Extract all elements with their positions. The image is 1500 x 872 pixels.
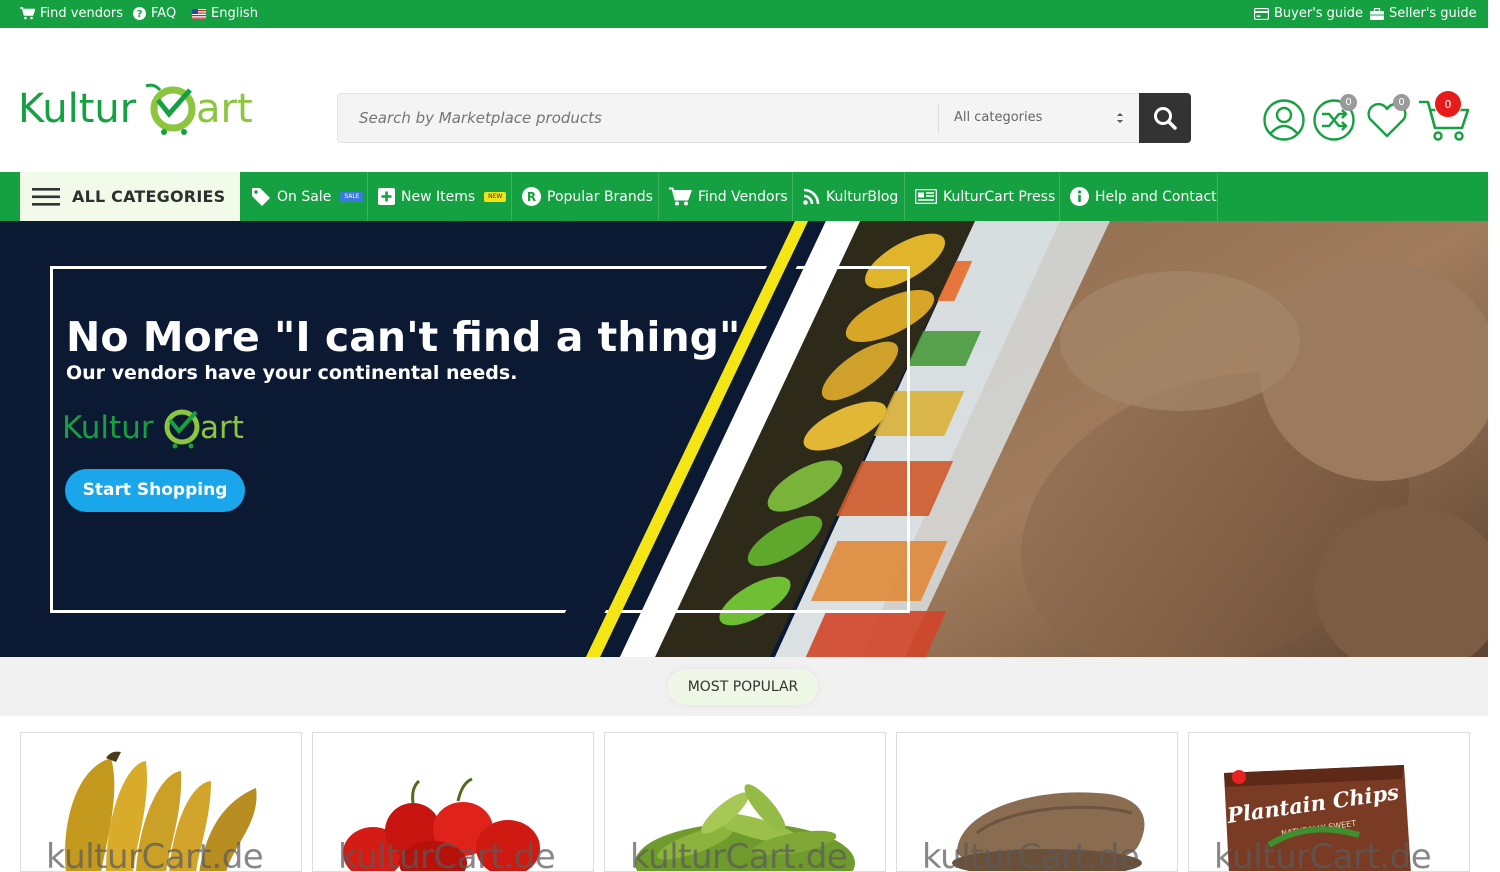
hero-logo-text-kultur: Kultur — [62, 410, 154, 446]
wishlist-count-badge: 0 — [1393, 94, 1410, 111]
sellers-guide-link[interactable]: Seller's guide — [1370, 6, 1477, 21]
product-card-okra[interactable]: kulturCart.de — [604, 732, 886, 872]
registered-icon: R — [522, 187, 541, 206]
briefcase-icon — [1370, 7, 1384, 20]
search-icon — [1154, 107, 1177, 130]
nav-find-vendors[interactable]: Find Vendors — [659, 172, 793, 221]
top-bar: Find vendors ? FAQ English Buyer's guide… — [0, 0, 1488, 28]
main-nav: ALL CATEGORIES On Sale SALE New Items NE… — [0, 172, 1488, 221]
account-button[interactable] — [1262, 98, 1306, 142]
rss-icon — [803, 188, 820, 205]
hero-title: No More "I can't find a thing" — [66, 313, 741, 361]
us-flag-icon — [192, 8, 206, 19]
nav-on-sale[interactable]: On Sale SALE — [241, 172, 368, 221]
language-selector[interactable]: English — [192, 6, 258, 21]
select-arrows-icon — [1117, 113, 1123, 123]
nav-on-sale-label: On Sale — [277, 188, 332, 205]
buyers-guide-label: Buyer's guide — [1274, 6, 1364, 21]
logo-text-art: art — [196, 86, 253, 132]
search-bar: All categories — [337, 93, 1139, 143]
find-vendors-label: Find vendors — [40, 6, 124, 21]
product-card-plantain[interactable]: kulturCart.de — [20, 732, 302, 872]
product-card-yam[interactable]: kulturCart.de — [896, 732, 1178, 872]
logo-text-kultur: Kultur — [18, 86, 137, 132]
cart-button[interactable]: 0 — [1418, 90, 1470, 142]
cart-icon — [20, 7, 35, 20]
most-popular-tab[interactable]: MOST POPULAR — [668, 669, 818, 705]
nav-popular-brands-label: Popular Brands — [547, 188, 653, 205]
sale-tag: SALE — [340, 191, 364, 202]
faq-link[interactable]: ? FAQ — [133, 6, 176, 21]
search-input[interactable] — [338, 94, 938, 142]
hero-logo-text-art: art — [200, 410, 244, 446]
nav-new-items[interactable]: New Items NEW — [368, 172, 512, 221]
cart-icon — [669, 187, 692, 206]
credit-card-icon — [1254, 7, 1269, 20]
hero-subtitle: Our vendors have your continental needs. — [66, 362, 518, 384]
tag-icon — [252, 187, 270, 206]
category-select[interactable]: All categories — [954, 94, 1042, 142]
product-watermark: kulturCart.de — [1214, 837, 1432, 872]
nav-kulturblog-label: KulturBlog — [826, 188, 899, 205]
product-card-pepper[interactable]: kulturCart.de — [312, 732, 594, 872]
product-watermark: kulturCart.de — [630, 837, 848, 872]
all-categories-button[interactable]: ALL CATEGORIES — [20, 172, 240, 221]
faq-label: FAQ — [151, 6, 177, 21]
site-header: Kultur art All categories 0 0 0 — [0, 28, 1488, 172]
search-divider — [938, 104, 939, 134]
new-tag: NEW — [484, 191, 507, 202]
hero-kulturcart-logo: Kultur art — [62, 404, 252, 452]
nav-help-contact-label: Help and Contact — [1095, 188, 1217, 205]
language-label: English — [211, 6, 258, 21]
search-button[interactable] — [1139, 93, 1191, 143]
find-vendors-link[interactable]: Find vendors — [20, 6, 123, 21]
sellers-guide-label: Seller's guide — [1389, 6, 1477, 21]
nav-kulturcart-press-label: KulturCart Press — [943, 188, 1056, 205]
product-watermark: kulturCart.de — [338, 837, 556, 872]
hero-banner: No More "I can't find a thing" Our vendo… — [0, 221, 1488, 657]
all-categories-label: ALL CATEGORIES — [72, 187, 226, 206]
compare-count-badge: 0 — [1340, 94, 1357, 111]
question-icon: ? — [133, 7, 146, 20]
svg-text:?: ? — [137, 9, 143, 20]
svg-text:R: R — [527, 190, 536, 204]
nav-find-vendors-label: Find Vendors — [698, 188, 788, 205]
most-popular-band: MOST POPULAR — [0, 657, 1488, 716]
nav-kulturcart-press[interactable]: KulturCart Press — [905, 172, 1060, 221]
product-watermark: kulturCart.de — [922, 837, 1140, 872]
wishlist-button[interactable]: 0 — [1365, 94, 1410, 142]
cart-count-badge: 0 — [1434, 90, 1462, 118]
nav-kulturblog[interactable]: KulturBlog — [793, 172, 905, 221]
hamburger-icon — [32, 187, 60, 206]
compare-button[interactable]: 0 — [1312, 94, 1357, 142]
nav-help-contact[interactable]: Help and Contact — [1060, 172, 1218, 221]
start-shopping-button[interactable]: Start Shopping — [65, 469, 245, 512]
info-icon — [1070, 187, 1089, 206]
user-icon — [1263, 99, 1305, 141]
product-card-plantain-chips[interactable]: Plantain Chips NATURALLY SWEET kulturCar… — [1188, 732, 1470, 872]
nav-popular-brands[interactable]: R Popular Brands — [512, 172, 659, 221]
kulturcart-logo[interactable]: Kultur art — [18, 80, 268, 140]
newspaper-icon — [915, 189, 937, 204]
plus-square-icon — [378, 188, 395, 205]
buyers-guide-link[interactable]: Buyer's guide — [1254, 6, 1363, 21]
product-watermark: kulturCart.de — [46, 837, 264, 872]
nav-new-items-label: New Items — [401, 188, 476, 205]
